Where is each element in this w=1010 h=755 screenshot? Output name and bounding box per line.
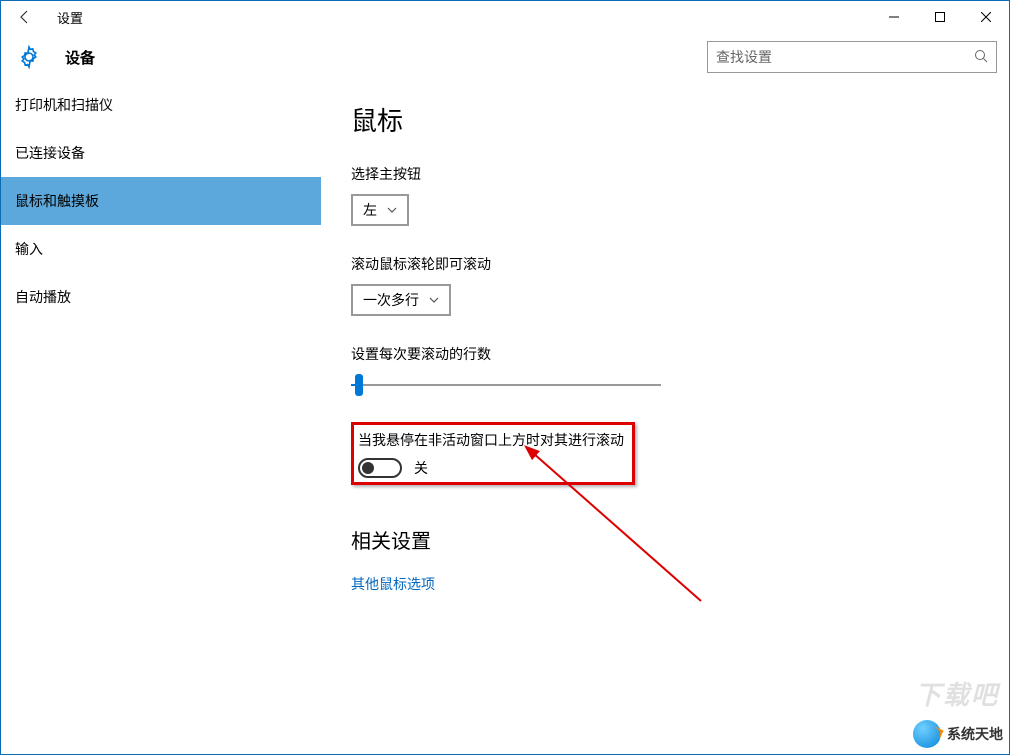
page-title: 鼠标 xyxy=(351,101,979,138)
other-mouse-options-link[interactable]: 其他鼠标选项 xyxy=(351,576,435,592)
primary-button-select[interactable]: 左 xyxy=(351,194,409,226)
annotation-highlight: 当我悬停在非活动窗口上方时对其进行滚动 关 xyxy=(351,422,635,485)
sidebar: 打印机和扫描仪 已连接设备 鼠标和触摸板 输入 自动播放 xyxy=(1,81,321,754)
primary-button-label: 选择主按钮 xyxy=(351,164,979,184)
sidebar-item-mouse[interactable]: 鼠标和触摸板 xyxy=(1,177,321,225)
search-placeholder: 查找设置 xyxy=(716,47,974,67)
brand-text: 系统天地 xyxy=(947,724,1003,744)
gear-icon xyxy=(17,45,41,69)
inactive-scroll-toggle[interactable] xyxy=(358,458,402,478)
sidebar-item-autoplay[interactable]: 自动播放 xyxy=(1,273,321,321)
window-title: 设置 xyxy=(57,8,83,27)
title-bar: 设置 xyxy=(1,1,1009,33)
sidebar-item-label: 打印机和扫描仪 xyxy=(15,95,113,115)
inactive-scroll-label: 当我悬停在非活动窗口上方时对其进行滚动 xyxy=(358,430,624,450)
sidebar-item-typing[interactable]: 输入 xyxy=(1,225,321,273)
close-button[interactable] xyxy=(963,1,1009,33)
sidebar-item-printers[interactable]: 打印机和扫描仪 xyxy=(1,81,321,129)
lines-per-scroll-slider[interactable] xyxy=(351,374,661,398)
sidebar-item-label: 已连接设备 xyxy=(15,143,85,163)
brand-watermark: 系统天地 xyxy=(913,720,1003,748)
sidebar-item-label: 鼠标和触摸板 xyxy=(15,191,99,211)
sidebar-item-label: 自动播放 xyxy=(15,287,71,307)
scroll-mode-select[interactable]: 一次多行 xyxy=(351,284,451,316)
related-heading: 相关设置 xyxy=(351,525,979,554)
back-button[interactable] xyxy=(9,1,41,33)
content-pane: 鼠标 选择主按钮 左 滚动鼠标滚轮即可滚动 一次多行 设置每次要滚动的行数 当我… xyxy=(321,81,1009,754)
select-value: 一次多行 xyxy=(363,290,419,310)
lines-per-scroll-label: 设置每次要滚动的行数 xyxy=(351,344,979,364)
select-value: 左 xyxy=(363,200,377,220)
search-input[interactable]: 查找设置 xyxy=(707,41,997,73)
maximize-button[interactable] xyxy=(917,1,963,33)
toggle-knob xyxy=(362,462,374,474)
scroll-mode-label: 滚动鼠标滚轮即可滚动 xyxy=(351,254,979,274)
header: 设备 查找设置 xyxy=(1,33,1009,81)
window-controls xyxy=(871,1,1009,33)
toggle-state: 关 xyxy=(414,458,428,478)
page-category: 设备 xyxy=(65,47,95,68)
sidebar-item-label: 输入 xyxy=(15,239,43,259)
download-watermark: 下载吧 xyxy=(915,675,999,712)
chevron-down-icon xyxy=(387,205,397,216)
search-icon xyxy=(974,49,988,66)
chevron-down-icon xyxy=(429,295,439,306)
minimize-button[interactable] xyxy=(871,1,917,33)
slider-thumb[interactable] xyxy=(355,374,363,396)
sidebar-item-connected[interactable]: 已连接设备 xyxy=(1,129,321,177)
globe-icon xyxy=(913,720,941,748)
slider-track xyxy=(351,384,661,386)
